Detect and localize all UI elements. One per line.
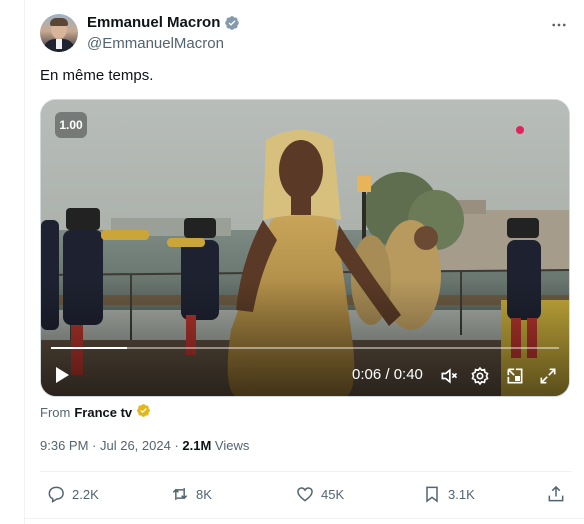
repost-icon (172, 488, 188, 500)
repost-button[interactable]: 8K (170, 482, 212, 506)
author-name-row: Emmanuel Macron (87, 14, 240, 31)
media-source-line: From France tv (40, 403, 151, 421)
volume-muted-icon[interactable] (438, 365, 460, 387)
avatar[interactable] (40, 14, 78, 52)
action-divider (40, 471, 572, 472)
reply-count: 2.2K (72, 486, 99, 502)
author-handle[interactable]: @EmmanuelMacron (87, 35, 224, 52)
like-count: 45K (321, 486, 345, 502)
video-progress-bar[interactable] (51, 347, 559, 349)
source-name-link[interactable]: France tv (74, 405, 132, 420)
more-dots-icon[interactable] (548, 14, 570, 36)
author-display-name[interactable]: Emmanuel Macron (87, 14, 220, 31)
like-button[interactable]: 45K (295, 482, 344, 506)
verified-badge-icon[interactable] (224, 15, 240, 31)
bookmark-button[interactable]: 3.1K (422, 482, 475, 506)
share-button[interactable] (546, 482, 566, 506)
gear-icon[interactable] (469, 365, 491, 387)
tweet-time[interactable]: 9:36 PM (40, 438, 88, 453)
fullscreen-icon[interactable] (537, 365, 559, 387)
tweet-header: Emmanuel Macron @EmmanuelMacron (40, 12, 572, 56)
video-progress-fill (51, 347, 128, 349)
gold-verified-icon (136, 403, 151, 421)
views-count[interactable]: 2.1M (182, 438, 211, 453)
share-icon (548, 485, 564, 502)
views-label: Views (211, 438, 250, 453)
tweet-text: En même temps. (40, 67, 154, 84)
action-bar: 2.2K 8K 45K 3.1K (40, 482, 572, 506)
recording-indicator-dot (516, 126, 524, 134)
play-icon[interactable] (51, 364, 73, 386)
timeline-left-border (24, 0, 25, 524)
repost-count: 8K (196, 486, 212, 502)
meta-separator: · (88, 438, 100, 453)
video-time-display: 0:06 / 0:40 (352, 366, 423, 383)
picture-in-picture-icon[interactable] (504, 365, 526, 387)
source-prefix: From (40, 404, 71, 420)
meta-separator: · (170, 438, 183, 453)
bookmark-count: 3.1K (448, 486, 475, 502)
reply-icon (48, 486, 64, 503)
video-frame (41, 100, 569, 396)
tweet-meta: 9:36 PM · Jul 26, 2024 · 2.1M Views (40, 438, 249, 453)
bookmark-icon (426, 486, 438, 503)
playback-speed-badge[interactable]: 1.00 (55, 112, 87, 138)
tweet-date[interactable]: Jul 26, 2024 (100, 438, 171, 453)
reply-button[interactable]: 2.2K (46, 482, 99, 506)
video-player[interactable]: 1.00 0:06 / 0:40 (40, 99, 570, 397)
heart-icon (297, 487, 313, 502)
tweet-bottom-border (24, 518, 584, 519)
